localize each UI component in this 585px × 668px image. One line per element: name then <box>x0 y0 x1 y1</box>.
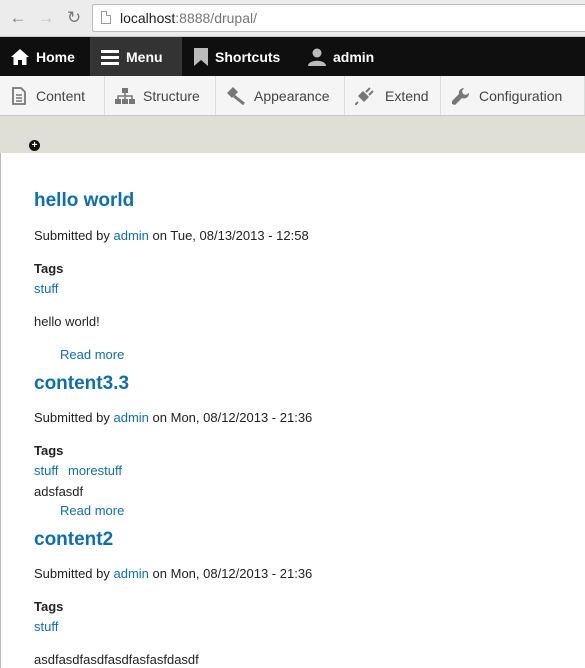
tags-label: Tags <box>34 261 64 276</box>
paintbrush-icon <box>226 86 246 105</box>
node-title[interactable]: hello world <box>34 190 134 212</box>
read-more-link[interactable]: Read more <box>60 503 124 518</box>
tag-link[interactable]: morestuff <box>68 463 122 478</box>
author-link[interactable]: admin <box>114 228 149 243</box>
toolbar-shortcuts-label: Shortcuts <box>215 48 281 65</box>
plug-icon <box>354 86 377 106</box>
toolbar-user[interactable]: admin <box>307 37 374 76</box>
read-more-link[interactable]: Read more <box>60 347 124 362</box>
submitted-line: Submitted by admin on Mon, 08/12/2013 - … <box>34 410 312 425</box>
toolbar-user-label: admin <box>333 48 375 65</box>
submitted-date: on Mon, 08/12/2013 - 21:36 <box>152 410 313 425</box>
document-icon <box>10 86 28 105</box>
bookmark-icon <box>193 47 209 67</box>
submitted-line: Submitted by admin on Mon, 08/12/2013 - … <box>34 566 312 581</box>
tray-item-appearance-label: Appearance <box>254 87 330 104</box>
toolbar-home[interactable]: Home <box>10 37 75 76</box>
reload-icon[interactable]: ↻ <box>64 8 84 28</box>
address-bar[interactable]: localhost:8888/drupal/ <box>92 4 585 32</box>
header-band <box>0 116 585 153</box>
wrench-icon <box>451 87 471 105</box>
tray-item-configuration[interactable]: Configuration <box>441 76 585 115</box>
toolbar-menu-label: Menu <box>126 48 163 65</box>
tray-item-content-label: Content <box>36 87 86 104</box>
add-shortcut-icon[interactable]: + <box>29 140 40 151</box>
tray-item-configuration-label: Configuration <box>479 87 563 104</box>
author-link[interactable]: admin <box>114 410 149 425</box>
node-title[interactable]: content3.3 <box>34 373 129 395</box>
tag-link[interactable]: stuff <box>34 463 58 478</box>
tags-label: Tags <box>34 599 64 614</box>
url-text: localhost:8888/drupal/ <box>120 10 257 26</box>
submitted-prefix: Submitted by <box>34 228 110 243</box>
submitted-prefix: Submitted by <box>34 566 110 581</box>
submitted-prefix: Submitted by <box>34 410 110 425</box>
admin-toolbar: Home Menu Shortcuts admin <box>0 37 585 76</box>
home-icon <box>10 47 30 67</box>
structure-icon <box>115 87 135 105</box>
tag-link[interactable]: stuff <box>34 619 58 634</box>
tray-item-structure-label: Structure <box>143 87 200 104</box>
toolbar-home-label: Home <box>36 48 75 65</box>
toolbar-shortcuts[interactable]: Shortcuts <box>193 37 280 76</box>
page-icon <box>101 11 111 24</box>
author-link[interactable]: admin <box>114 566 149 581</box>
submitted-date: on Tue, 08/13/2013 - 12:58 <box>152 228 309 243</box>
admin-tray: Content Structure Appearance Extend Conf… <box>0 76 585 116</box>
page-border <box>0 153 1 668</box>
toolbar-menu[interactable]: Menu <box>90 37 182 76</box>
tag-link[interactable]: stuff <box>34 281 58 296</box>
node-body: adsfasdf <box>34 484 84 499</box>
hamburger-menu-icon <box>100 47 120 67</box>
browser-toolbar: ← → ↻ localhost:8888/drupal/ <box>0 0 585 37</box>
node-body: asdfasdfasdfasdfasfasfdasdf <box>34 652 199 667</box>
tags-label: Tags <box>34 443 64 458</box>
back-arrow-icon[interactable]: ← <box>8 8 28 28</box>
forward-arrow-icon[interactable]: → <box>36 8 56 28</box>
node-body: hello world! <box>34 314 100 329</box>
tray-item-appearance[interactable]: Appearance <box>216 76 345 115</box>
tray-item-structure[interactable]: Structure <box>105 76 216 115</box>
user-icon <box>307 47 327 67</box>
tray-item-extend-label: Extend <box>385 87 429 104</box>
tray-item-extend[interactable]: Extend <box>345 76 441 115</box>
node-title[interactable]: content2 <box>34 529 113 551</box>
tray-item-content[interactable]: Content <box>0 76 105 115</box>
submitted-line: Submitted by admin on Tue, 08/13/2013 - … <box>34 228 309 243</box>
submitted-date: on Mon, 08/12/2013 - 21:36 <box>152 566 313 581</box>
